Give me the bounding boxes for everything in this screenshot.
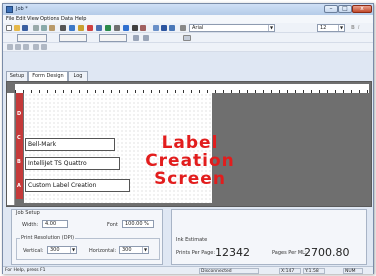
layout-icon[interactable] [161,25,167,31]
grid-icon[interactable] [153,25,159,31]
x-field[interactable] [59,34,87,42]
label-text-custom[interactable]: Custom Label Creation [25,179,130,192]
save-icon[interactable] [22,25,28,31]
vertical-label: Vertical: [23,248,44,254]
main-toolbar: Arial ▼ 12 ▼ B I [3,23,373,33]
paste-icon[interactable] [49,25,55,31]
page-field[interactable] [17,34,47,42]
chevron-down-icon: ▼ [142,247,148,253]
overlay-line-2: Creation [145,151,235,171]
font-scale-input[interactable]: 100.00 % [122,220,154,228]
align-bottom-icon[interactable] [41,44,47,50]
status-coord-x: X:147 [279,268,301,274]
title-bar: Job * – □ x [3,4,373,15]
y-field[interactable] [99,34,127,42]
font-label: Font [107,222,118,228]
align-center-icon[interactable] [15,44,21,50]
bold-icon[interactable]: B [351,25,355,31]
menu-bar: File Edit View Options Data Help [3,15,373,23]
nav-icon[interactable] [133,35,139,41]
menu-view[interactable]: View [27,16,39,22]
width-label: Width: [22,222,39,228]
horizontal-label: Horizontal: [89,248,117,254]
app-window: Job * – □ x File Edit View Options Data … [2,3,374,274]
text-icon[interactable] [96,25,102,31]
cut-icon[interactable] [33,25,39,31]
overlay-title: Label Creation Screen [125,134,255,188]
print-icon[interactable] [60,25,66,31]
menu-help[interactable]: Help [75,16,86,22]
chevron-down-icon: ▼ [268,25,274,31]
image-icon[interactable] [123,25,129,31]
print-resolution-group: Print Resolution (DPI) Vertical: 300 ▼ H… [16,235,160,260]
width-input[interactable]: 4.00 [42,220,68,228]
align-left-icon[interactable] [7,44,13,50]
nav-icon[interactable] [143,35,149,41]
font-size-select[interactable]: 12 ▼ [317,24,345,32]
connection-status: Disconnected [199,268,259,274]
ink-estimate-panel: Ink Estimate Prints Per Page: 12342 Page… [171,209,367,265]
menu-file[interactable]: File [6,16,14,22]
box-icon[interactable] [132,25,138,31]
align-icon[interactable] [169,25,175,31]
close-button[interactable]: x [352,5,372,13]
chevron-down-icon: ▼ [338,25,344,31]
ink-estimate-title: Ink Estimate [176,237,208,243]
chevron-down-icon: ▼ [70,247,76,253]
tool-icon[interactable] [78,25,84,31]
print-head-strip: D C B A [16,93,23,199]
font-name-select[interactable]: Arial ▼ [189,24,275,32]
minimize-button[interactable]: – [324,5,338,13]
vertical-dpi-select[interactable]: 300 ▼ [47,246,77,254]
maximize-button[interactable]: □ [338,5,352,13]
align-toolbar [3,43,373,52]
strip-letter-d: D [17,111,22,117]
print-resolution-title: Print Resolution (DPI) [20,235,76,241]
align-top-icon[interactable] [33,44,39,50]
font-icon [180,25,186,31]
overlay-line-1: Label [161,133,219,153]
grid-toggle-icon[interactable] [183,35,191,41]
strip-letter-a: A [17,183,21,189]
strip-letter-b: B [17,159,21,165]
horizontal-ruler [15,84,369,93]
menu-data[interactable]: Data [61,16,73,22]
tab-log[interactable]: Log [68,71,88,81]
ink-icon[interactable] [87,25,93,31]
menu-edit[interactable]: Edit [16,16,26,22]
open-icon[interactable] [14,25,20,31]
italic-icon[interactable]: I [358,25,359,31]
prints-per-page-value: 12342 [215,246,250,259]
strip-letter-c: C [17,135,21,141]
status-coord-y: Y:1.58 [303,268,325,274]
align-right-icon[interactable] [23,44,29,50]
prints-per-page-label: Prints Per Page: [176,250,216,256]
barcode-icon[interactable] [105,25,111,31]
pages-per-ml-value: 2700.80 [304,246,350,259]
pages-per-ml-label: Pages Per ML: [272,250,307,256]
line-icon[interactable] [114,25,120,31]
vertical-ruler [7,93,15,205]
tab-setup[interactable]: Setup [6,71,28,81]
label-text-bell-mark[interactable]: Bell-Mark [25,138,115,151]
job-setup-title: Job Setup [16,210,40,216]
job-setup-panel: Job Setup Width: 4.00 Font 100.00 % Prin… [11,209,163,265]
overlay-line-3: Screen [154,169,226,189]
app-icon [6,6,13,13]
window-title: Job * [16,6,28,12]
copy-icon[interactable] [41,25,47,31]
ellipse-icon[interactable] [140,25,146,31]
status-bar: For Help, press F1 Disconnected X:147 Y:… [3,266,373,274]
status-help-text: For Help, press F1 [5,268,46,273]
help-icon[interactable] [69,25,75,31]
design-canvas[interactable]: D C B A Bell-Mark IntelliJet TS Quattro … [6,81,372,207]
num-lock-indicator: NUM [343,268,363,274]
position-toolbar [3,33,373,43]
menu-options[interactable]: Options [40,16,59,22]
horizontal-dpi-select[interactable]: 300 ▼ [119,246,149,254]
label-text-intellijet[interactable]: IntelliJet TS Quattro [25,157,120,170]
new-icon[interactable] [6,25,12,31]
